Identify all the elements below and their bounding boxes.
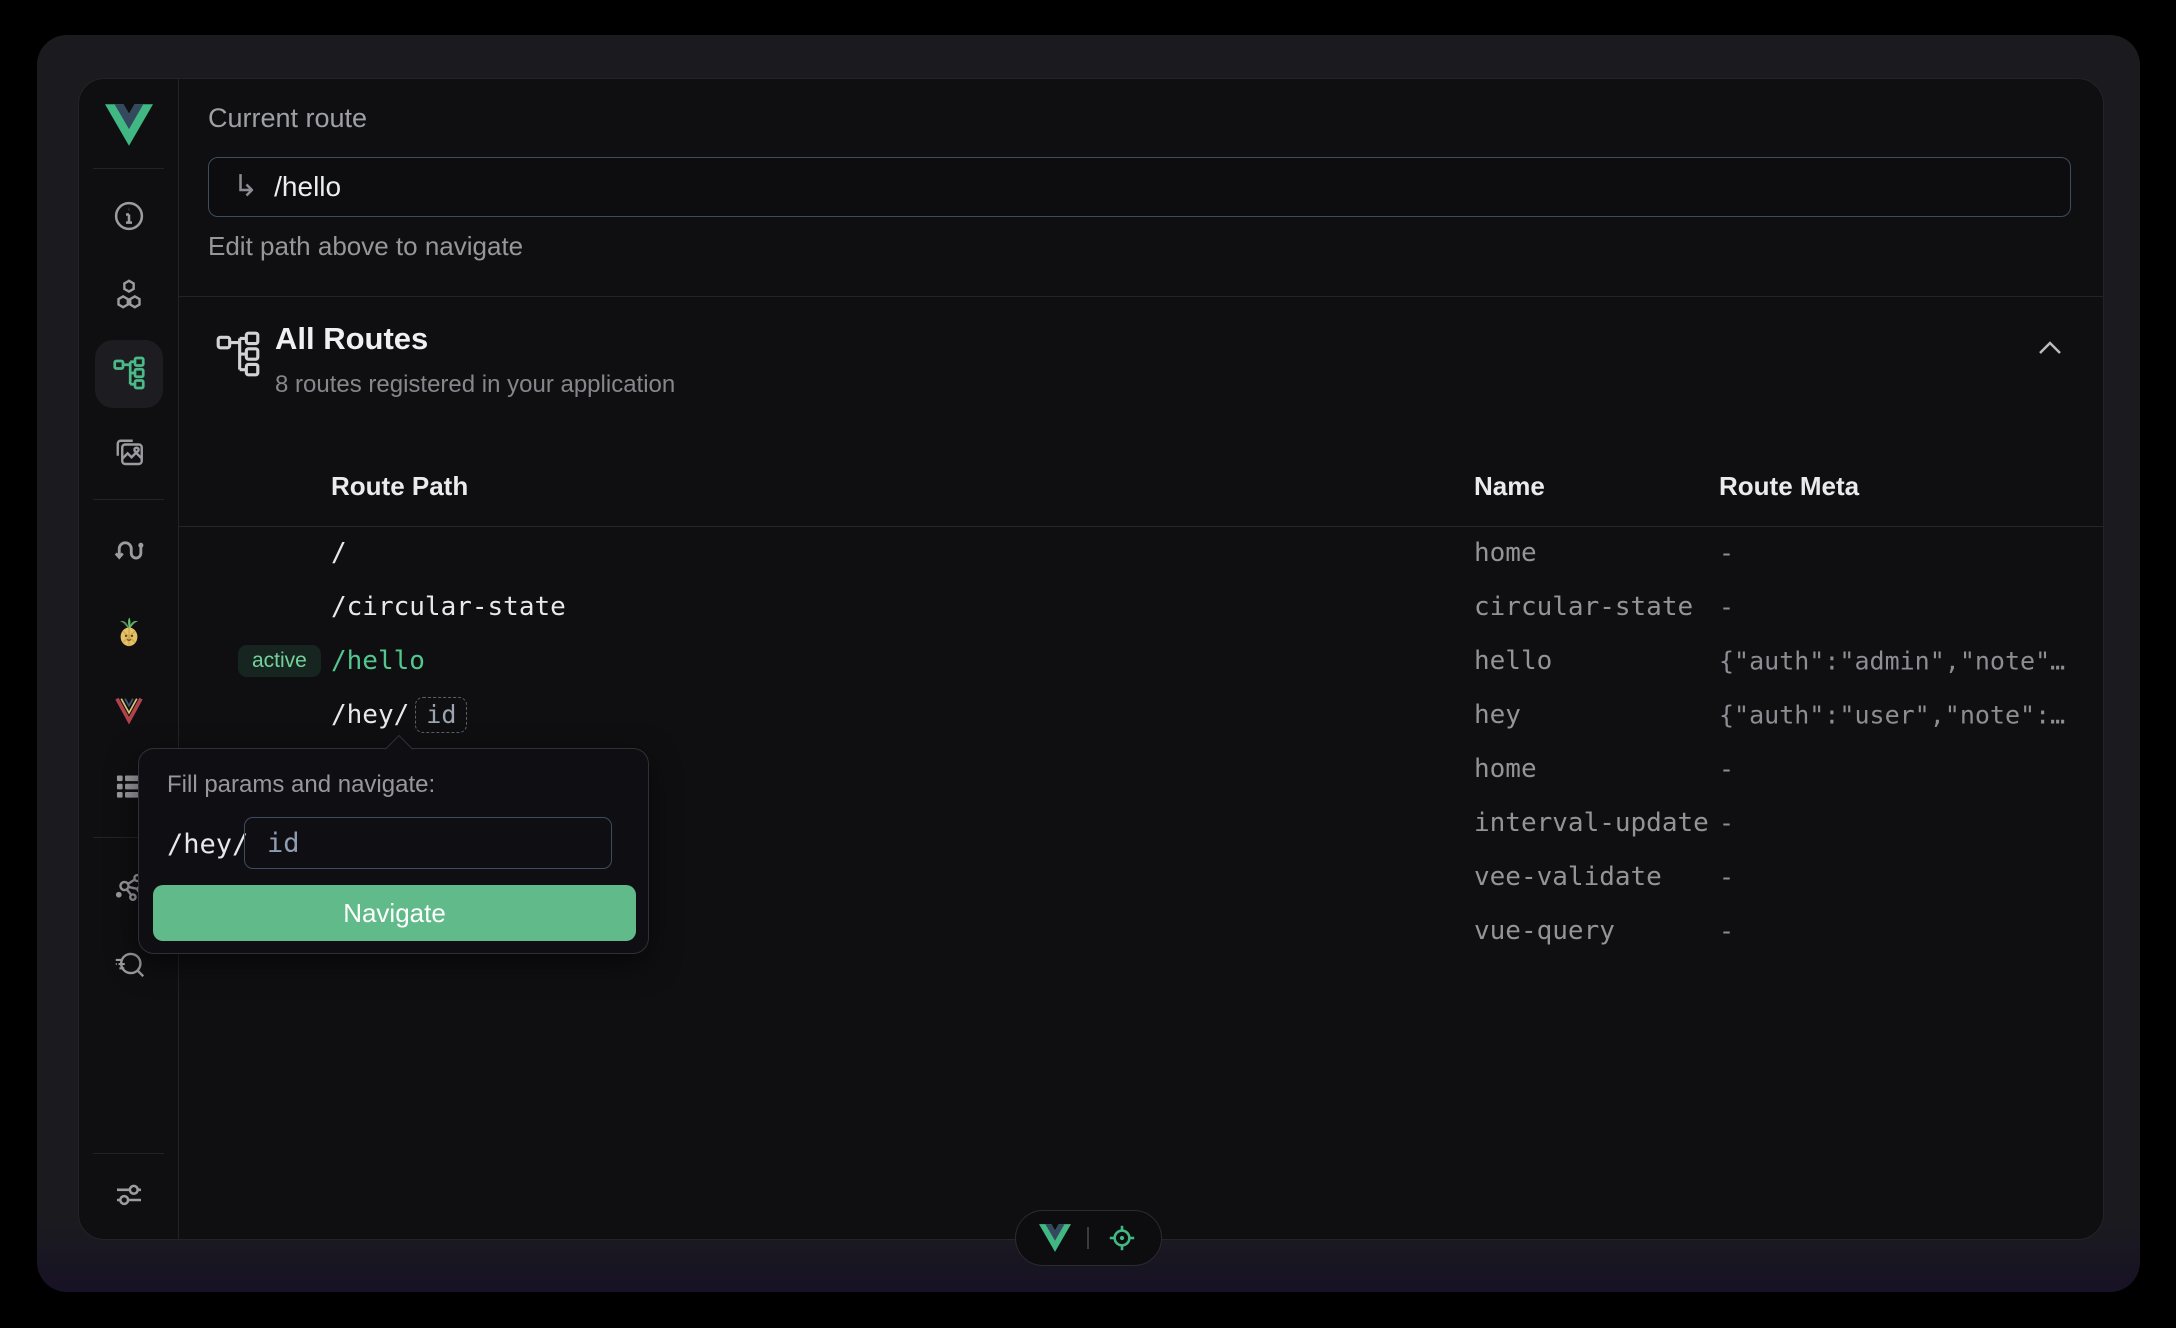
assets-icon [111,434,147,470]
vue-logo-icon [105,103,153,147]
routes-tree-icon [111,355,147,391]
navigate-button[interactable]: Navigate [153,885,636,941]
column-header-route-meta: Route Meta [1719,471,1859,502]
route-path: / [331,538,347,568]
all-routes-tree-icon [213,329,263,384]
sidebar-divider [93,1153,164,1154]
route-path-text: / [331,538,347,568]
popup-route-prefix: /hey/ [167,829,248,860]
components-icon [111,276,147,312]
column-header-route-path: Route Path [331,471,468,502]
info-icon [111,198,147,234]
route-name: home [1474,538,1537,568]
current-route-label: Current route [208,103,367,134]
table-row[interactable]: active /hello hello {"auth":"admin","not… [179,634,2104,688]
sidebar-item-router[interactable] [105,527,153,575]
main-content: Current route ↳ Edit path above to navig… [179,79,2104,1239]
route-meta: - [1719,593,1734,622]
sidebar-item-settings[interactable] [105,1170,153,1218]
route-path-text: /hey/ [331,700,409,730]
current-route-input[interactable] [274,171,1974,203]
current-route-input-box: ↳ [208,157,2071,217]
all-routes-title: All Routes [275,321,428,357]
column-header-name: Name [1474,471,1545,502]
route-path: /hello [331,646,425,676]
pill-divider [1087,1227,1089,1249]
route-path-text: /hello [331,646,425,676]
router-icon [111,533,147,569]
sidebar-item-components[interactable] [105,270,153,318]
sidebar [79,79,179,1239]
sidebar-divider [93,499,164,500]
route-meta: - [1719,863,1734,892]
vue-logo-icon[interactable] [1039,1224,1071,1252]
sidebar-item-vueuse[interactable] [105,686,153,734]
settings-sliders-icon [111,1176,147,1212]
sidebar-divider [93,168,164,169]
table-row[interactable]: /circular-state circular-state - [179,580,2104,634]
chevron-up-icon [2031,333,2069,363]
route-meta: - [1719,917,1734,946]
route-meta: {"auth":"user","note":… [1719,701,2065,730]
route-name: hello [1474,646,1552,676]
collapse-section-button[interactable] [2031,333,2069,368]
route-name: home [1474,754,1537,784]
vue-devtools-logo[interactable] [105,101,153,149]
inspect-target-icon[interactable] [1105,1221,1139,1255]
inspector-search-icon [111,947,147,983]
route-name: circular-state [1474,592,1693,622]
sidebar-item-assets[interactable] [105,428,153,476]
table-row[interactable]: / home - [179,526,2104,580]
active-badge: active [238,645,321,677]
route-meta: - [1719,755,1734,784]
sidebar-item-overview[interactable] [105,192,153,240]
route-name: hey [1474,700,1521,730]
enter-arrow-icon: ↳ [233,172,258,202]
all-routes-subtitle: 8 routes registered in your application [275,371,675,399]
route-meta: - [1719,539,1734,568]
devtools-toggle-pill[interactable] [1015,1210,1162,1266]
route-name: vee-validate [1474,862,1662,892]
sidebar-item-pinia[interactable] [105,608,153,656]
edit-path-hint: Edit path above to navigate [208,231,523,262]
route-path: /hey/id [331,697,467,733]
param-input[interactable] [244,817,612,869]
route-path-text: /circular-state [331,592,566,622]
fill-params-popup: Fill params and navigate: /hey/ Navigate [138,748,649,954]
section-divider [179,296,2104,297]
route-param-chip[interactable]: id [415,697,467,733]
table-row[interactable]: /hey/id hey {"auth":"user","note":… [179,688,2104,742]
sidebar-item-routes[interactable] [105,349,153,397]
route-name: vue-query [1474,916,1615,946]
devtools-panel: Current route ↳ Edit path above to navig… [78,78,2104,1240]
pinia-icon [111,614,147,650]
popup-label: Fill params and navigate: [167,771,435,799]
route-meta: {"auth":"admin","note"… [1719,647,2065,676]
route-path: /circular-state [331,592,566,622]
route-meta: - [1719,809,1734,838]
devtools-window: Current route ↳ Edit path above to navig… [37,35,2140,1292]
route-name: interval-update [1474,808,1709,838]
vueuse-icon [112,693,146,727]
